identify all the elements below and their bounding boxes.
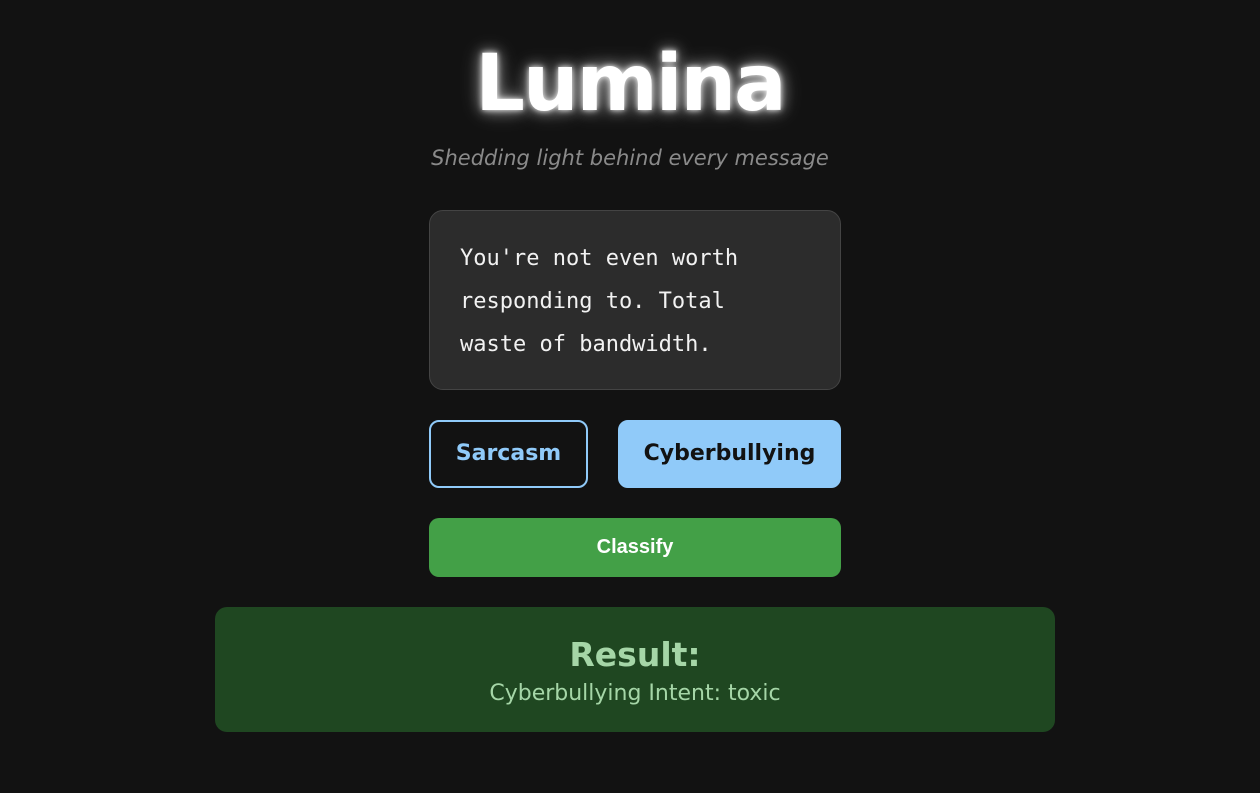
sarcasm-mode-button[interactable]: Sarcasm <box>429 420 588 488</box>
result-heading: Result: <box>569 635 701 674</box>
classify-button[interactable]: Classify <box>429 518 841 577</box>
result-text: Cyberbullying Intent: toxic <box>489 681 781 706</box>
cyberbullying-mode-button[interactable]: Cyberbullying <box>618 420 841 488</box>
app-subtitle: Shedding light behind every message <box>431 146 829 170</box>
app-page: Lumina Shedding light behind every messa… <box>0 0 1260 793</box>
result-panel: Result: Cyberbullying Intent: toxic <box>215 607 1055 732</box>
message-input[interactable] <box>429 210 841 390</box>
app-title: Lumina <box>475 39 786 129</box>
